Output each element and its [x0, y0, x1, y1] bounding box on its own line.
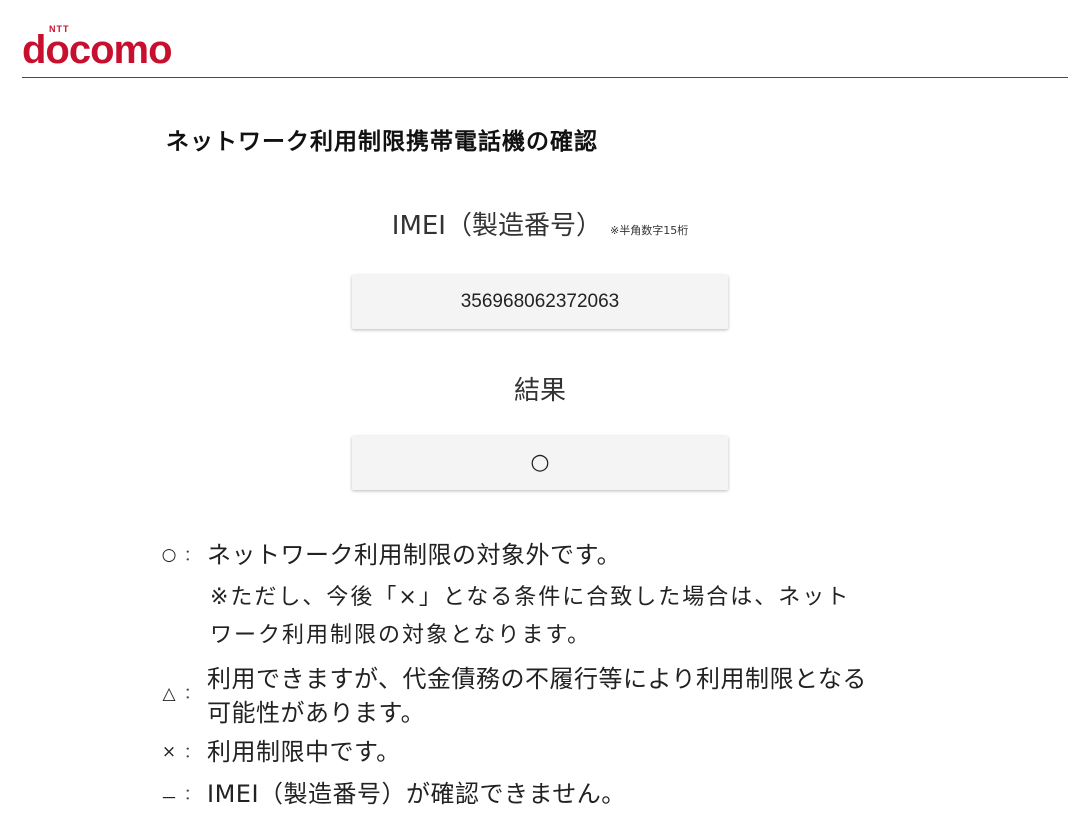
legend-description-line-2: 可能性があります。: [207, 699, 426, 727]
legend-description: ネットワーク利用制限の対象外です。: [207, 541, 622, 569]
result-legend: ○ ： ネットワーク利用制限の対象外です。 ※ただし、今後「×」となる条件に合致…: [0, 0, 1080, 826]
legend-separator: ：: [184, 743, 200, 761]
legend-description-line-1: 利用できますが、代金債務の不履行等により利用制限となる: [207, 665, 867, 693]
legend-symbol-circle: ○: [161, 545, 177, 565]
legend-note-line-1: ※ただし、今後「×」となる条件に合致した場合は、ネット: [210, 585, 851, 610]
legend-separator: ：: [184, 546, 200, 564]
legend-description: IMEI（製造番号）が確認できません。: [207, 780, 626, 808]
legend-symbol-cross: ×: [161, 742, 177, 762]
legend-description: 利用制限中です。: [207, 738, 401, 766]
legend-note-line-2: ワーク利用制限の対象となります。: [210, 623, 592, 648]
legend-symbol-triangle: △: [162, 684, 176, 704]
legend-separator: ：: [184, 684, 200, 702]
legend-symbol-dash: －: [160, 789, 178, 809]
legend-separator: ：: [184, 785, 200, 803]
